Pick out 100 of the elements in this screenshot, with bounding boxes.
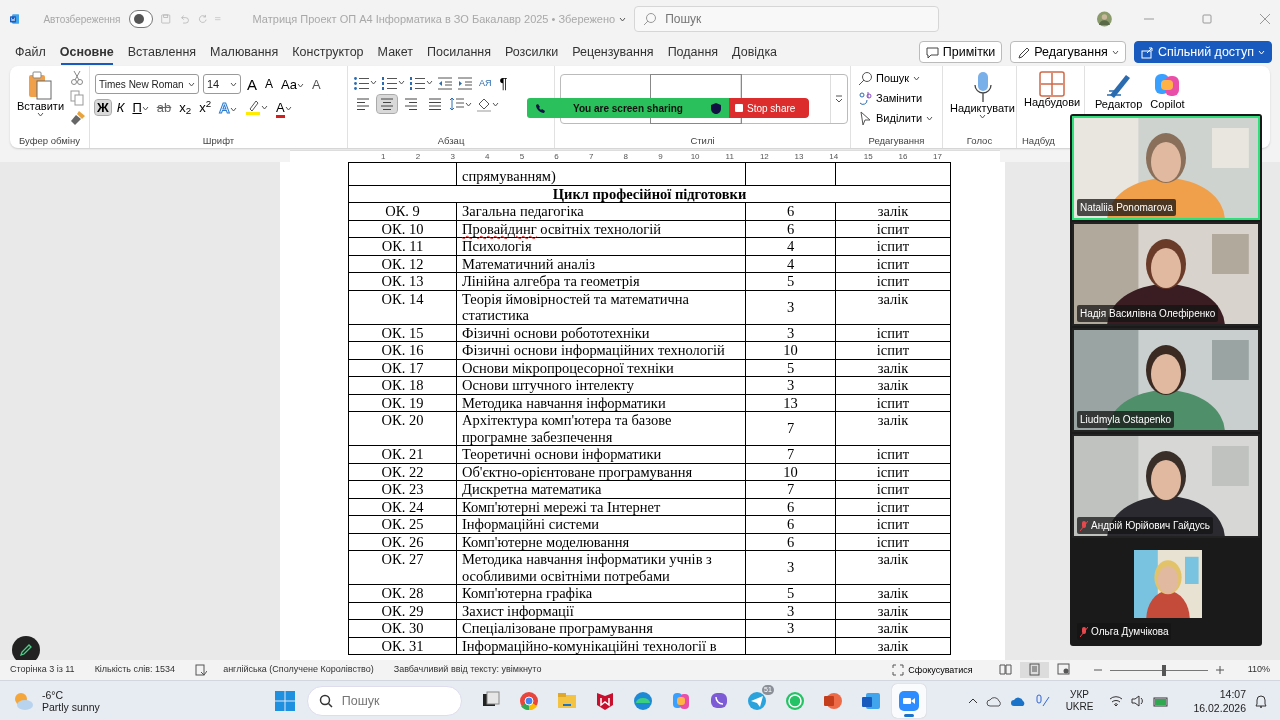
speaker-icon[interactable] — [1131, 694, 1146, 707]
zoom-in-icon[interactable] — [1215, 666, 1224, 674]
table-cell: 3 — [745, 376, 836, 394]
strikethrough-button[interactable]: ab — [154, 99, 174, 115]
stop-share-button[interactable]: Stop share — [729, 98, 809, 118]
bell-icon[interactable] — [1254, 693, 1268, 708]
select-button[interactable]: Виділити — [856, 110, 936, 126]
table-cell: 6 — [745, 220, 836, 238]
increase-indent-icon[interactable] — [457, 75, 473, 90]
comments-button[interactable]: Примітки — [918, 41, 1003, 63]
autosave-toggle[interactable] — [128, 10, 154, 28]
language-status[interactable]: англійська (Сполучене Королівство) — [223, 663, 374, 677]
table-cell: 3 — [745, 550, 836, 585]
table-cell: 4 — [745, 255, 836, 273]
add-ins-button[interactable]: Надбудови — [1022, 70, 1083, 134]
participant-name: Андрій Юрійович Гайдусь — [1091, 519, 1211, 533]
shrink-font-button[interactable]: A — [263, 77, 276, 91]
table-cell: ОК. 17 — [348, 359, 457, 377]
clock[interactable]: 14:07 16.02.2026 — [1193, 686, 1246, 715]
share-button[interactable]: Спільний доступ — [1133, 41, 1272, 63]
font-color-button[interactable]: A — [273, 99, 294, 115]
ribbon-tab[interactable]: Розсилки — [497, 40, 566, 64]
chevron-down-icon — [979, 114, 986, 119]
zoom-level[interactable]: 110% — [1247, 663, 1270, 677]
text-prediction-status[interactable]: Завбачливий ввід тексту: увімкнуто — [393, 663, 542, 677]
chevron-up-icon[interactable] — [967, 697, 978, 704]
input-language[interactable]: УКР UKRE — [1065, 688, 1094, 713]
sort-button[interactable]: АЯ — [477, 76, 494, 89]
group-label: Шрифт — [201, 134, 236, 148]
scissors-icon[interactable] — [70, 70, 85, 86]
font-name-field[interactable]: Times New Roman — [95, 74, 199, 94]
find-button[interactable]: Пошук — [856, 70, 936, 86]
ribbon-tab[interactable]: Довідка — [725, 40, 785, 64]
numbering-icon[interactable] — [381, 74, 398, 91]
replace-button[interactable]: Замінити — [856, 90, 936, 106]
ribbon-tab[interactable]: Конструктор — [285, 40, 371, 64]
pen-icon — [19, 643, 33, 657]
chevron-down-icon — [426, 80, 433, 85]
chevron-down-icon — [465, 101, 472, 107]
cloud-icon[interactable] — [985, 694, 1002, 707]
proofing-icon[interactable] — [195, 664, 208, 676]
ribbon-tab[interactable]: Подання — [660, 40, 726, 64]
cursor-icon — [858, 111, 872, 125]
table-cell: ОК. 15 — [348, 324, 457, 342]
align-center-button[interactable] — [377, 95, 397, 113]
table-cell: залік — [835, 202, 951, 220]
word-logo-icon[interactable] — [10, 12, 20, 26]
line-spacing-icon[interactable] — [449, 96, 465, 112]
italic-button[interactable]: К — [114, 99, 127, 115]
ribbon-tab[interactable]: Малювання — [203, 40, 286, 64]
multilevel-list-icon[interactable] — [409, 74, 426, 91]
share-icon — [1140, 45, 1154, 59]
close-icon[interactable] — [1260, 14, 1270, 24]
ribbon-tab[interactable]: Основне — [52, 40, 121, 64]
comment-icon — [925, 45, 939, 59]
underline-button[interactable]: П — [130, 99, 151, 115]
copilot-button[interactable]: Copilot — [1148, 70, 1187, 111]
shield-icon — [711, 102, 721, 114]
decrease-indent-icon[interactable] — [437, 75, 453, 90]
bullets-icon[interactable] — [353, 74, 370, 91]
table-cell: 5 — [745, 272, 836, 290]
expand-gallery-icon[interactable] — [835, 95, 843, 103]
group-label: Буфер обміну — [18, 134, 81, 148]
editor-button[interactable]: Редактор — [1093, 70, 1145, 111]
zoom-slider-thumb[interactable] — [1161, 664, 1166, 676]
font-size-field[interactable]: 14 — [203, 74, 241, 94]
paint-bucket-icon[interactable] — [476, 96, 492, 112]
taskbar-search-field[interactable]: Пошук — [306, 685, 462, 716]
ribbon-tab[interactable]: Макет — [370, 40, 420, 64]
paste-button[interactable]: Вставити — [15, 70, 67, 134]
grid-icon — [1039, 71, 1066, 97]
search-field[interactable]: Пошук — [634, 6, 940, 32]
ribbon-tab[interactable]: Рецензування — [565, 40, 661, 64]
subscript-button[interactable]: x$_{2}$ — [177, 99, 194, 115]
brush-icon[interactable] — [70, 110, 87, 126]
pen-button[interactable] — [12, 636, 40, 660]
editing-mode-button[interactable]: Редагування — [1010, 41, 1126, 63]
ribbon-tab[interactable]: Файл — [8, 40, 53, 64]
change-case-button[interactable]: Aa — [279, 76, 306, 92]
dictate-button[interactable]: Надиктувати — [948, 70, 1017, 134]
phone-icon — [535, 103, 545, 113]
ribbon-tab[interactable]: Посилання — [419, 40, 498, 64]
wifi-icon[interactable] — [1109, 694, 1124, 707]
superscript-button[interactable]: x$^{2}$ — [197, 99, 214, 115]
table-cell: іспит — [835, 394, 951, 412]
show-formatting-button[interactable]: ¶ — [497, 74, 510, 91]
table-cell: 3 — [745, 324, 836, 342]
grow-font-button[interactable]: A — [245, 75, 259, 93]
zoom-out-icon[interactable] — [1093, 666, 1102, 674]
table-cell: залік — [835, 637, 951, 655]
start-icon[interactable] — [274, 690, 295, 711]
clear-formatting-button[interactable]: A — [309, 76, 323, 92]
chevron-down-icon — [926, 115, 934, 121]
battery-icon[interactable] — [1153, 694, 1170, 707]
table-cell: ОК. 12 — [348, 255, 457, 273]
focus-button[interactable]: Сфокусуватися — [890, 663, 975, 677]
focus-icon — [892, 664, 905, 676]
bold-button[interactable]: Ж — [95, 99, 111, 115]
ribbon-tab[interactable]: Вставлення — [120, 40, 204, 64]
table-cell: Комп'ютерна графіка — [456, 584, 746, 602]
